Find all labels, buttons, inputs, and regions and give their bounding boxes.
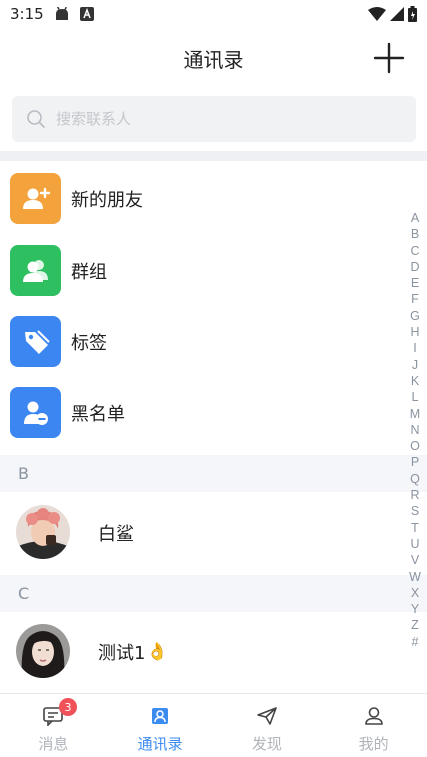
contact-name-text: 测试1 [98, 643, 146, 664]
contact-name: 白鲨 [98, 520, 134, 546]
index-letter[interactable]: G [410, 308, 420, 324]
index-letter[interactable]: W [409, 569, 421, 585]
avatar [16, 505, 70, 559]
index-letter[interactable]: V [411, 552, 419, 568]
index-letter[interactable]: K [411, 373, 419, 389]
contact-name: 测试1 👌 [98, 639, 168, 665]
profile-icon [364, 707, 383, 725]
tab-contacts[interactable]: 通讯录 [107, 694, 214, 757]
new-friends-item[interactable]: 新的朋友 [0, 163, 400, 234]
search-bar[interactable] [12, 96, 416, 142]
index-letter[interactable]: O [410, 438, 420, 454]
tab-profile[interactable]: 我的 [320, 694, 427, 757]
add-button[interactable] [373, 42, 405, 74]
nav-bar: 通讯录 [0, 28, 427, 88]
battery-icon [408, 6, 417, 22]
index-letter[interactable]: Q [410, 471, 420, 487]
tab-label: 消息 [38, 735, 69, 753]
search-icon [27, 110, 45, 128]
plus-icon [373, 42, 405, 74]
tab-messages[interactable]: 3 消息 [0, 694, 107, 757]
index-letter[interactable]: N [410, 422, 419, 438]
signal-icon [390, 7, 404, 21]
wifi-icon [368, 7, 386, 21]
index-letter[interactable]: A [411, 210, 419, 226]
avatar [16, 624, 70, 678]
index-letter[interactable]: R [410, 487, 419, 503]
index-letter[interactable]: L [412, 389, 419, 405]
tab-bar: 3 消息 通讯录 发现 我的 [0, 693, 427, 757]
add-friend-icon [10, 173, 61, 224]
new-friends-label: 新的朋友 [71, 189, 143, 211]
blacklist-item[interactable]: 黑名单 [0, 377, 400, 448]
notification-android-icon [55, 7, 68, 20]
group-icon [10, 245, 61, 296]
page-title: 通讯录 [183, 47, 244, 72]
index-letter[interactable]: B [411, 226, 419, 242]
index-letter[interactable]: I [413, 340, 416, 356]
index-letter[interactable]: E [411, 275, 419, 291]
contact-row[interactable]: 测试1 👌 [0, 611, 400, 693]
section-header-b: B [0, 455, 427, 492]
index-letter[interactable]: H [410, 324, 419, 340]
blacklist-icon [10, 387, 61, 438]
contacts-icon [152, 708, 169, 724]
groups-label: 群组 [71, 261, 107, 283]
search-input[interactable] [56, 110, 386, 128]
index-letter[interactable]: # [412, 634, 419, 650]
groups-item[interactable]: 群组 [0, 235, 400, 306]
tag-icon [10, 316, 61, 367]
index-letter[interactable]: T [411, 520, 419, 536]
tab-discover[interactable]: 发现 [214, 694, 321, 757]
tab-label: 发现 [251, 735, 282, 753]
index-letter[interactable]: J [412, 357, 418, 373]
index-letter[interactable]: U [410, 536, 419, 552]
index-letter[interactable]: C [410, 243, 419, 259]
discover-icon [257, 707, 277, 725]
section-header-c: C [0, 575, 427, 612]
index-letter[interactable]: M [410, 406, 420, 422]
alphabet-index[interactable]: A B C D E F G H I J K L M N O P Q R S T U V W X Y Z # [404, 210, 426, 650]
notification-app-icon [79, 7, 94, 21]
tags-label: 标签 [71, 332, 107, 354]
index-letter[interactable]: X [411, 585, 419, 601]
divider [0, 151, 427, 161]
tab-label: 我的 [358, 735, 389, 753]
index-letter[interactable]: Y [411, 601, 419, 617]
contact-name-text: 白鲨 [98, 524, 134, 545]
ok-hand-emoji: 👌 [146, 642, 168, 662]
status-bar: 3:15 [0, 0, 427, 28]
blacklist-label: 黑名单 [71, 403, 125, 425]
status-time: 3:15 [10, 5, 44, 23]
index-letter[interactable]: S [411, 503, 419, 519]
index-letter[interactable]: P [411, 454, 419, 470]
index-letter[interactable]: F [411, 291, 419, 307]
tab-label: 通讯录 [137, 735, 183, 753]
tags-item[interactable]: 标签 [0, 306, 400, 377]
index-letter[interactable]: D [410, 259, 419, 275]
index-letter[interactable]: Z [411, 617, 419, 633]
contact-row[interactable]: 白鲨 [0, 492, 400, 574]
unread-badge: 3 [59, 698, 77, 716]
